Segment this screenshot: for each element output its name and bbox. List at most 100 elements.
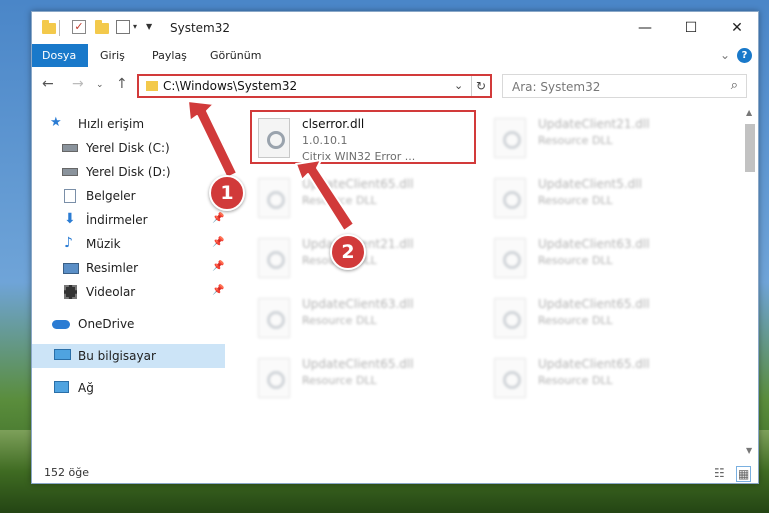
- search-input[interactable]: Ara: System32: [512, 80, 600, 94]
- pin-icon[interactable]: 📌: [212, 237, 224, 248]
- sidebar-item-quick-access[interactable]: ★ Hızlı erişim: [32, 112, 225, 136]
- chevron-down-icon[interactable]: ⌄: [454, 79, 463, 92]
- navigation-bar: ← → ⌄ ↑ C:\Windows\System32 ⌄ ↻ Ara: Sys…: [32, 70, 758, 100]
- dll-file-icon: [258, 298, 290, 338]
- large-icons-view-icon[interactable]: ▦: [736, 466, 752, 482]
- sidebar-item-music[interactable]: ♪ Müzik 📌: [32, 232, 225, 256]
- recent-locations-icon[interactable]: ⌄: [96, 80, 104, 90]
- file-version: Resource DLL: [302, 194, 377, 207]
- tab-share[interactable]: Paylaş: [142, 44, 197, 67]
- back-arrow-icon[interactable]: ←: [42, 76, 54, 92]
- sidebar-item-this-pc[interactable]: Bu bilgisayar: [32, 344, 225, 368]
- file-name: UpdateClient65.dll: [302, 177, 414, 191]
- file-name: UpdateClient65.dll: [302, 357, 414, 371]
- window-title: System32: [170, 21, 231, 35]
- sidebar-item-downloads[interactable]: ⬇ İndirmeler 📌: [32, 208, 225, 232]
- file-item[interactable]: clserror.dll 1.0.10.1 Citrix WIN32 Error…: [250, 110, 476, 164]
- tab-file[interactable]: Dosya: [32, 44, 88, 67]
- sidebar-item-onedrive[interactable]: OneDrive: [32, 312, 225, 336]
- view-icon[interactable]: [116, 20, 130, 34]
- dll-file-icon: [494, 298, 526, 338]
- sidebar-item-label: Belgeler: [86, 189, 136, 203]
- tab-view[interactable]: Görünüm: [200, 44, 271, 67]
- new-folder-icon[interactable]: [95, 20, 109, 34]
- sidebar-item-disk-d[interactable]: Yerel Disk (D:): [32, 160, 225, 184]
- pin-icon[interactable]: 📌: [212, 261, 224, 272]
- file-item[interactable]: UpdateClient65.dll Resource DLL: [488, 352, 713, 406]
- forward-arrow-icon[interactable]: →: [72, 76, 84, 92]
- status-bar: 152 öğe ☷ ▦: [32, 462, 758, 483]
- drive-icon: [62, 144, 78, 152]
- customize-toolbar-icon[interactable]: ▼: [146, 22, 152, 31]
- vertical-scrollbar[interactable]: ▲ ▼: [742, 104, 758, 459]
- pin-icon[interactable]: 📌: [212, 285, 224, 296]
- dll-file-icon: [258, 118, 290, 158]
- scroll-thumb[interactable]: [745, 124, 755, 172]
- file-item[interactable]: UpdateClient65.dll Resource DLL: [488, 292, 713, 346]
- sidebar-item-disk-c[interactable]: Yerel Disk (C:) 📌: [32, 136, 225, 160]
- file-version: Resource DLL: [538, 134, 613, 147]
- sidebar-item-label: Bu bilgisayar: [78, 349, 156, 363]
- explorer-window: ✓ ▾ ▼ System32 — ☐ ✕ Dosya Giriş Paylaş …: [31, 11, 759, 484]
- expand-ribbon-icon[interactable]: ⌄: [720, 48, 730, 62]
- search-box[interactable]: Ara: System32 ⌕: [502, 74, 747, 98]
- pin-icon[interactable]: 📌: [212, 141, 224, 152]
- file-item[interactable]: UpdateClient65.dll Resource DLL: [252, 352, 477, 406]
- pin-icon[interactable]: 📌: [212, 213, 224, 224]
- item-count: 152 öğe: [44, 466, 89, 479]
- sidebar-item-label: Yerel Disk (C:): [86, 141, 170, 155]
- folder-icon: [146, 81, 158, 91]
- documents-icon: [64, 189, 76, 203]
- close-button[interactable]: ✕: [714, 12, 758, 44]
- computer-icon: [54, 349, 71, 360]
- file-item[interactable]: UpdateClient63.dll Resource DLL: [252, 292, 477, 346]
- star-icon: ★: [50, 115, 62, 130]
- file-item[interactable]: UpdateClient63.dll Resource DLL: [488, 232, 713, 286]
- scroll-down-icon[interactable]: ▼: [746, 446, 752, 455]
- address-bar[interactable]: C:\Windows\System32 ⌄ ↻: [137, 74, 492, 98]
- file-item[interactable]: UpdateClient65.dll Resource DLL: [252, 172, 477, 226]
- sidebar-item-label: Yerel Disk (D:): [86, 165, 171, 179]
- file-version: Resource DLL: [538, 194, 613, 207]
- file-version: 1.0.10.1: [302, 134, 348, 147]
- sidebar-item-label: Hızlı erişim: [78, 117, 145, 131]
- file-description: Citrix WIN32 Error ...: [302, 150, 416, 163]
- file-item[interactable]: UpdateClient5.dll Resource DLL: [488, 172, 713, 226]
- step-badge-2: 2: [330, 234, 366, 270]
- video-icon: [64, 285, 77, 299]
- details-view-icon[interactable]: ☷: [714, 466, 725, 480]
- folder-icon: [42, 20, 56, 34]
- search-icon[interactable]: ⌕: [731, 78, 738, 93]
- tab-home[interactable]: Giriş: [90, 44, 135, 67]
- sidebar-item-label: Ağ: [78, 381, 94, 395]
- download-icon: ⬇: [64, 211, 76, 227]
- music-icon: ♪: [64, 235, 73, 251]
- sidebar-item-label: Müzik: [86, 237, 121, 251]
- address-path[interactable]: C:\Windows\System32: [163, 79, 297, 93]
- minimize-button[interactable]: —: [622, 12, 668, 44]
- scroll-up-icon[interactable]: ▲: [746, 108, 752, 117]
- toolbar-divider: [59, 20, 60, 36]
- sidebar-item-label: Videolar: [86, 285, 136, 299]
- dll-file-icon: [258, 358, 290, 398]
- properties-icon[interactable]: ✓: [72, 20, 86, 34]
- file-name: UpdateClient63.dll: [538, 237, 650, 251]
- dll-file-icon: [258, 238, 290, 278]
- maximize-button[interactable]: ☐: [668, 12, 714, 44]
- sidebar-item-documents[interactable]: Belgeler: [32, 184, 225, 208]
- file-name: UpdateClient5.dll: [538, 177, 642, 191]
- drive-icon: [62, 168, 78, 176]
- sidebar-item-pictures[interactable]: Resimler 📌: [32, 256, 225, 280]
- step-badge-1: 1: [209, 175, 245, 211]
- file-list: clserror.dll 1.0.10.1 Citrix WIN32 Error…: [230, 104, 742, 459]
- file-version: Resource DLL: [538, 374, 613, 387]
- sidebar-item-videos[interactable]: Videolar 📌: [32, 280, 225, 304]
- chevron-down-icon[interactable]: ▾: [133, 22, 137, 31]
- sidebar-item-network[interactable]: Ağ: [32, 376, 225, 400]
- file-item[interactable]: UpdateClient21.dll Resource DLL: [488, 112, 713, 166]
- help-icon[interactable]: ?: [737, 48, 752, 63]
- pictures-icon: [63, 263, 79, 274]
- dll-file-icon: [494, 238, 526, 278]
- refresh-icon[interactable]: ↻: [471, 76, 490, 96]
- up-arrow-icon[interactable]: ↑: [116, 76, 128, 92]
